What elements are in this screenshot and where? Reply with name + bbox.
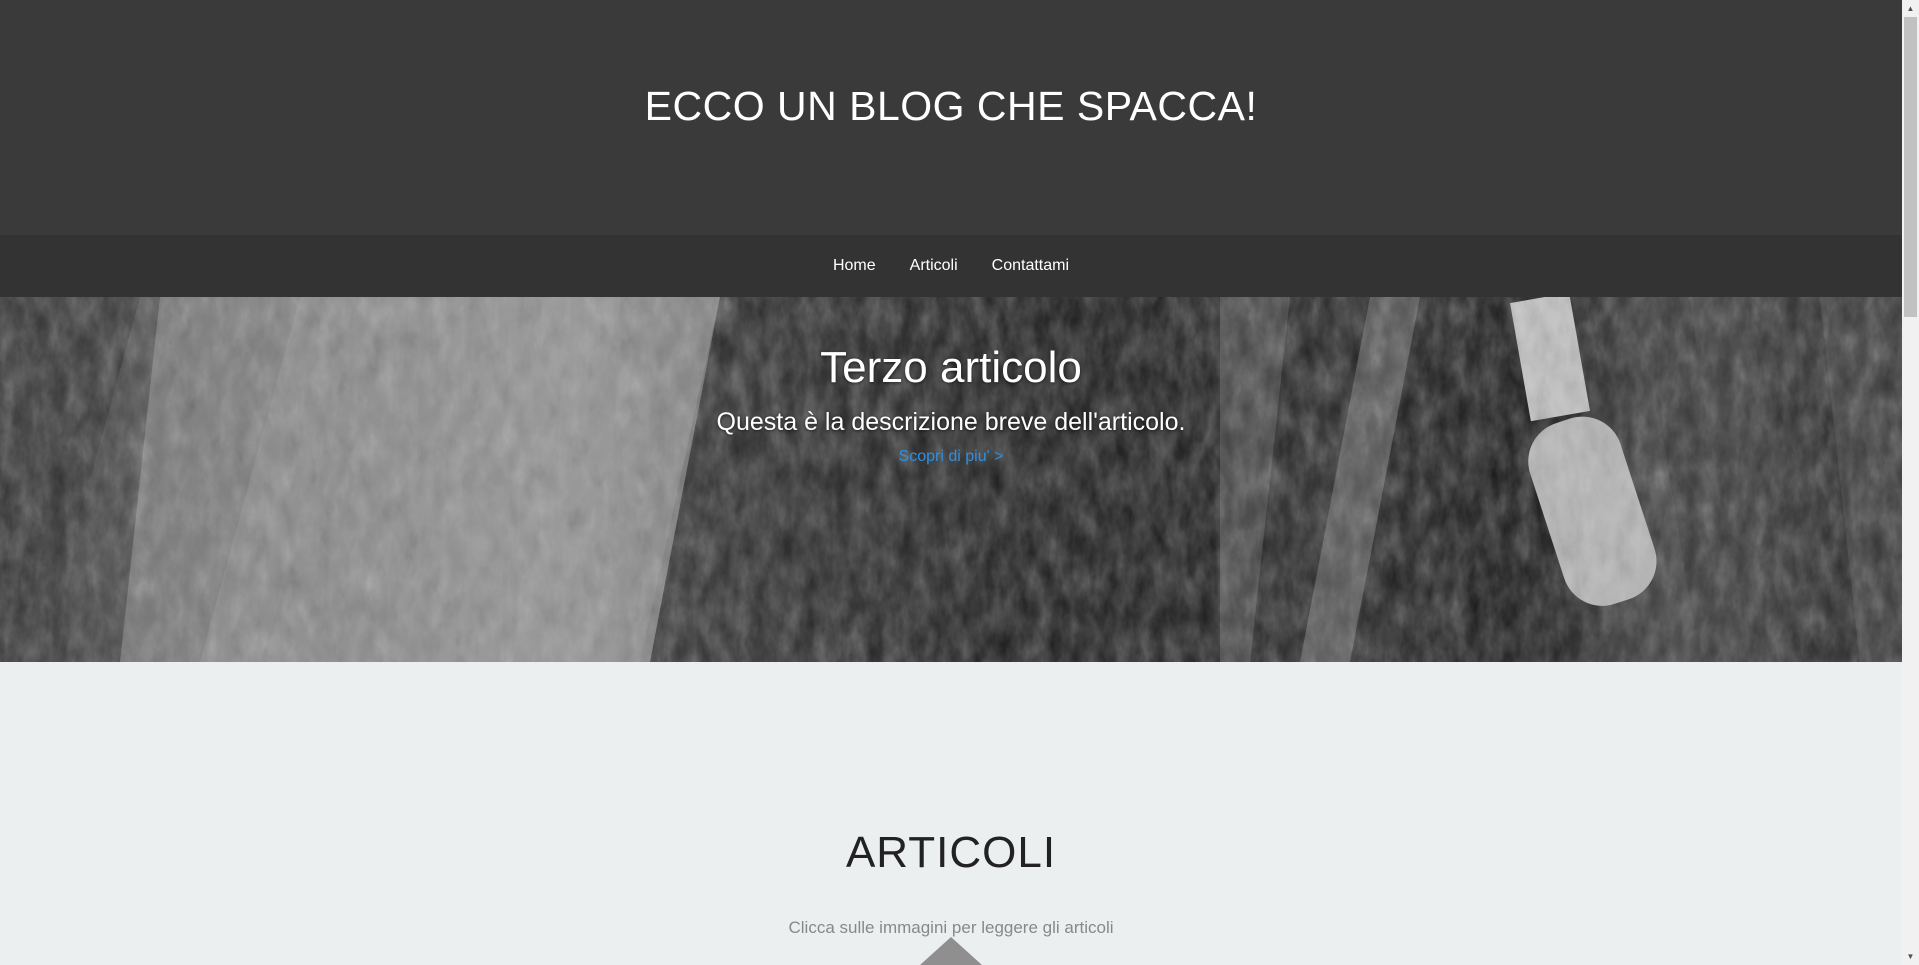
articles-subtitle: Clicca sulle immagini per leggere gli ar… bbox=[788, 918, 1114, 937]
scroll-up-arrow-icon[interactable] bbox=[920, 937, 982, 965]
scrollbar-thumb[interactable] bbox=[1904, 17, 1917, 317]
site-header: ECCO UN BLOG CHE SPACCA! bbox=[0, 0, 1902, 235]
triangle-up-icon[interactable]: ▲ bbox=[1902, 0, 1919, 17]
nav-item-home[interactable]: Home bbox=[816, 257, 893, 275]
site-title: ECCO UN BLOG CHE SPACCA! bbox=[644, 83, 1258, 129]
main-nav: Home Articoli Contattami bbox=[0, 235, 1902, 297]
articles-section: ARTICOLI Clicca sulle immagini per legge… bbox=[0, 662, 1902, 965]
articles-title: ARTICOLI bbox=[845, 828, 1057, 877]
read-more-link[interactable]: Scopri di piu' > bbox=[0, 448, 1902, 466]
nav-item-articoli[interactable]: Articoli bbox=[893, 257, 975, 275]
page: ECCO UN BLOG CHE SPACCA! Home Articoli C… bbox=[0, 0, 1902, 965]
hero-content: Terzo articolo Questa è la descrizione b… bbox=[0, 297, 1902, 662]
hero-banner: Terzo articolo Questa è la descrizione b… bbox=[0, 297, 1902, 662]
hero-description: Questa è la descrizione breve dell'artic… bbox=[716, 408, 1186, 436]
hero-title: Terzo articolo bbox=[820, 343, 1082, 392]
vertical-scrollbar[interactable]: ▲ ▼ bbox=[1902, 0, 1919, 965]
triangle-down-icon[interactable]: ▼ bbox=[1902, 948, 1919, 965]
nav-item-contattami[interactable]: Contattami bbox=[975, 257, 1086, 275]
